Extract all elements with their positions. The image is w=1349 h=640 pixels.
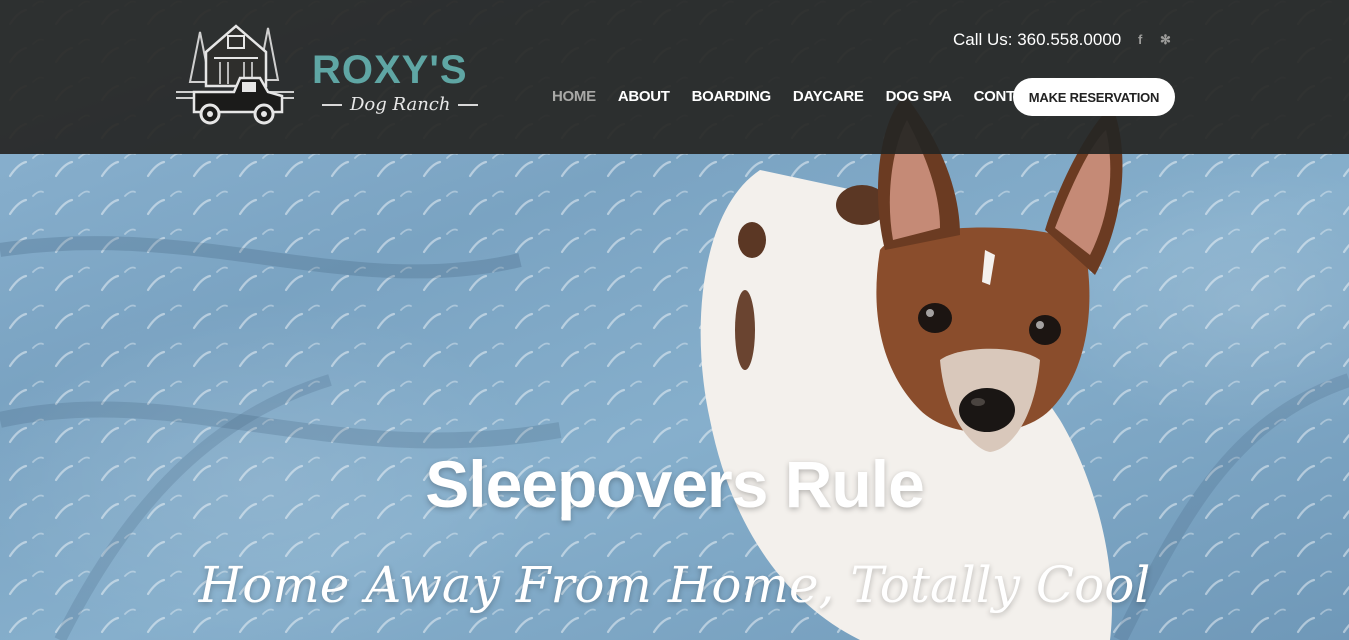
facebook-icon[interactable]: f [1138, 32, 1142, 47]
site-logo[interactable]: ROXY'S Dog Ranch [176, 22, 496, 126]
nav-item-home[interactable]: HOME [552, 88, 596, 105]
phone-number[interactable]: Call Us: 360.558.0000 [953, 30, 1121, 50]
nav-item-about[interactable]: ABOUT [618, 88, 670, 105]
logo-subtitle: Dog Ranch [322, 94, 492, 115]
hero-subtitle: Home Away From Home, Totally Cool [198, 556, 1151, 614]
logo-rule-right [458, 103, 479, 106]
barn-truck-logo-icon [176, 24, 294, 125]
main-nav: HOME ABOUT BOARDING DAYCARE DOG SPA CONT… [552, 88, 1044, 105]
nav-item-daycare[interactable]: DAYCARE [793, 88, 864, 105]
hero-title: Sleepovers Rule [425, 447, 925, 521]
logo-subtitle-text: Dog Ranch [350, 94, 451, 115]
logo-title: ROXY'S [312, 48, 468, 92]
site-header: ROXY'S Dog Ranch Call Us: 360.558.0000 f… [0, 0, 1349, 154]
nav-item-boarding[interactable]: BOARDING [692, 88, 772, 105]
yelp-icon[interactable]: ✻ [1160, 32, 1171, 48]
make-reservation-button[interactable]: MAKE RESERVATION [1013, 78, 1175, 116]
nav-item-dog-spa[interactable]: DOG SPA [886, 88, 952, 105]
logo-rule-left [322, 103, 342, 106]
